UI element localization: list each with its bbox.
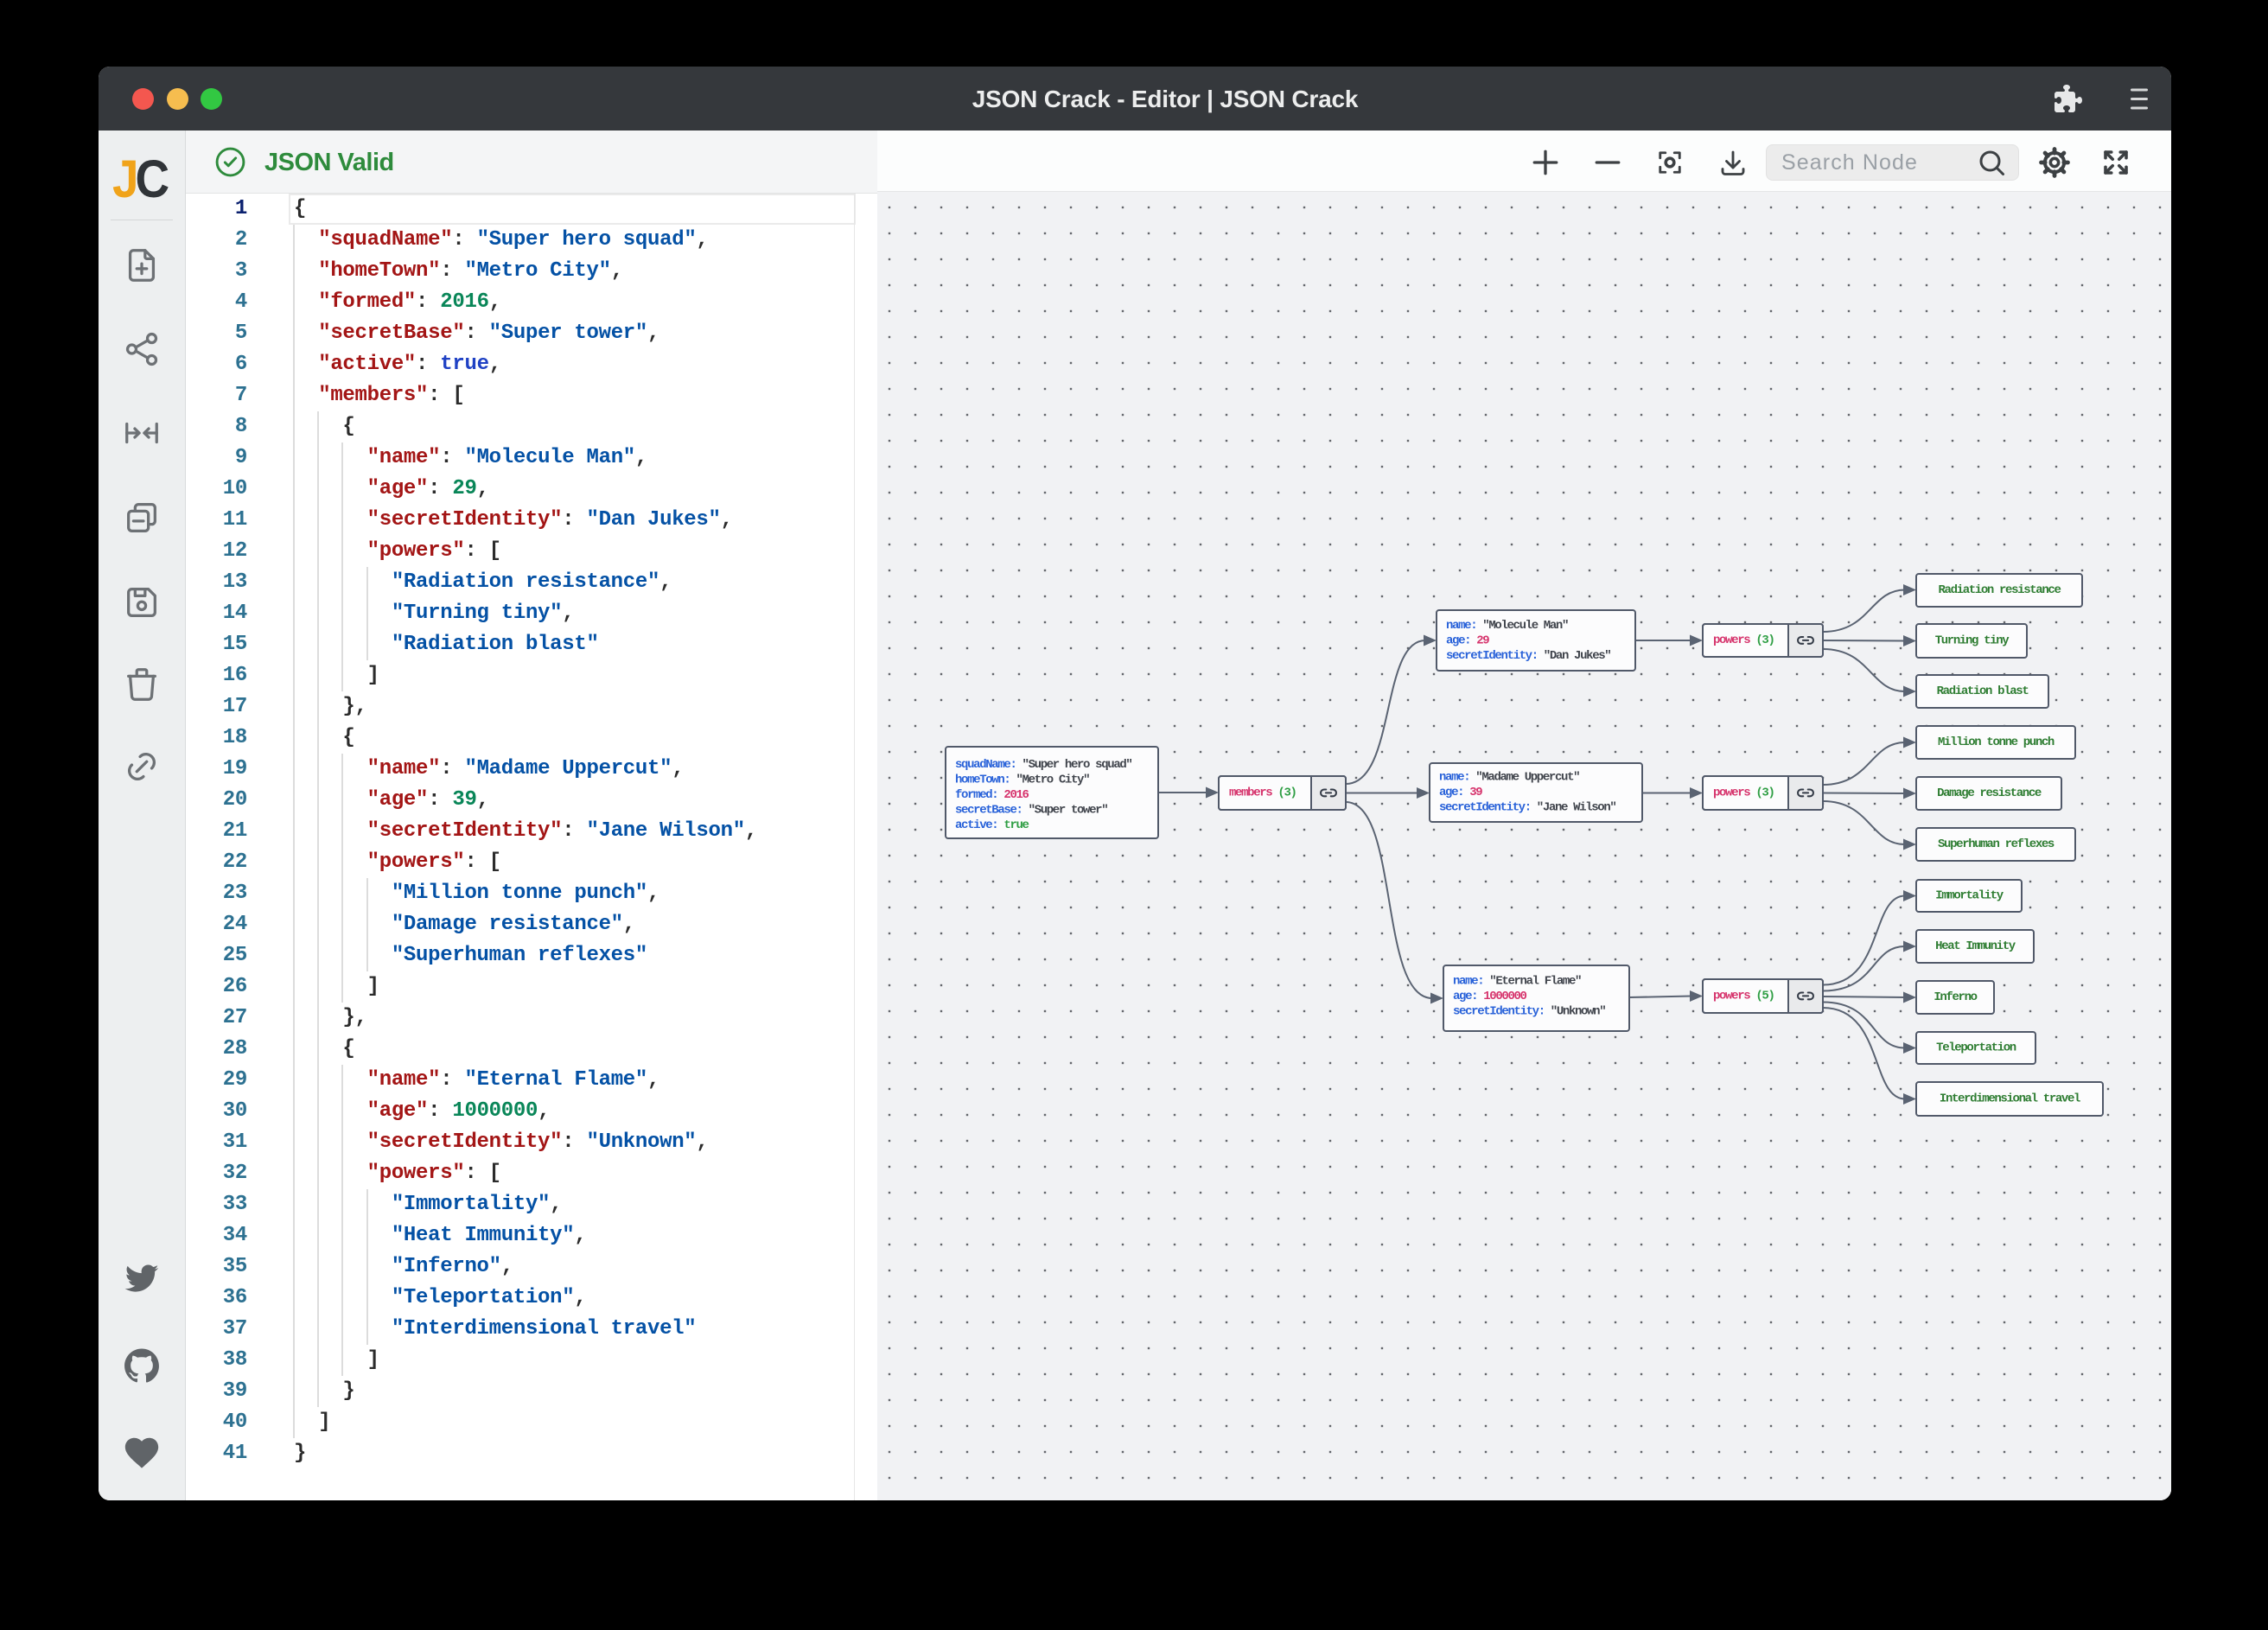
svg-text:Damage resistance: Damage resistance <box>1937 786 2042 800</box>
svg-text:powers (3): powers (3) <box>1713 786 1774 800</box>
svg-text:name: "Madame Uppercut": name: "Madame Uppercut" <box>1439 771 1579 785</box>
svg-text:name: "Molecule Man": name: "Molecule Man" <box>1446 619 1568 633</box>
svg-text:secretIdentity: "Dan Jukes": secretIdentity: "Dan Jukes" <box>1446 649 1610 663</box>
svg-text:secretIdentity: "Jane Wilson": secretIdentity: "Jane Wilson" <box>1439 801 1615 815</box>
svg-text:Immortality: Immortality <box>1935 889 2004 903</box>
svg-text:Inferno: Inferno <box>1934 990 1977 1004</box>
svg-text:homeTown: "Metro City": homeTown: "Metro City" <box>955 774 1089 787</box>
svg-text:powers (3): powers (3) <box>1713 634 1774 647</box>
svg-text:formed: 2016: formed: 2016 <box>955 788 1029 802</box>
svg-text:secretBase: "Super tower": secretBase: "Super tower" <box>955 804 1107 818</box>
svg-text:members (3): members (3) <box>1229 786 1296 800</box>
svg-text:Heat Immunity: Heat Immunity <box>1935 939 2016 953</box>
svg-text:Interdimensional travel: Interdimensional travel <box>1940 1092 2080 1106</box>
svg-text:Superhuman reflexes: Superhuman reflexes <box>1938 837 2055 851</box>
svg-text:Million tonne punch: Million tonne punch <box>1938 735 2055 749</box>
svg-text:Radiation blast: Radiation blast <box>1937 684 2029 698</box>
svg-text:Radiation resistance: Radiation resistance <box>1938 583 2061 597</box>
svg-text:name: "Eternal Flame": name: "Eternal Flame" <box>1453 975 1581 989</box>
svg-text:age: 29: age: 29 <box>1446 634 1489 648</box>
svg-text:powers (5): powers (5) <box>1713 990 1774 1003</box>
svg-text:age: 39: age: 39 <box>1439 786 1482 799</box>
svg-text:Teleportation: Teleportation <box>1936 1041 2016 1055</box>
svg-text:Turning tiny: Turning tiny <box>1935 634 2010 648</box>
svg-text:secretIdentity: "Unknown": secretIdentity: "Unknown" <box>1453 1005 1605 1019</box>
svg-text:squadName: "Super hero squad": squadName: "Super hero squad" <box>955 758 1131 772</box>
svg-text:active: true: active: true <box>955 818 1029 832</box>
svg-text:age: 1000000: age: 1000000 <box>1453 990 1527 1003</box>
